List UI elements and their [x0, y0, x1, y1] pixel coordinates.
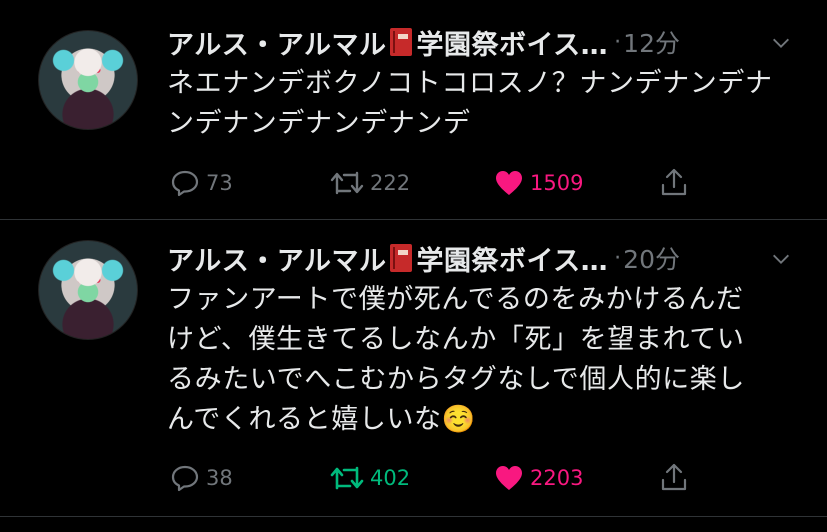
tweet-divider	[0, 516, 827, 517]
tweet-actions: 73 222 1509	[0, 163, 827, 203]
book-emoji-icon	[390, 28, 413, 56]
share-button[interactable]	[660, 462, 688, 492]
reply-button[interactable]: 73	[170, 169, 233, 197]
reply-count: 38	[206, 466, 233, 490]
like-count: 1509	[530, 171, 584, 195]
like-button[interactable]: 1509	[494, 169, 583, 197]
display-name[interactable]: アルス・アルマル	[167, 23, 386, 62]
reply-button[interactable]: 38	[170, 464, 233, 492]
tweet-text: ファンアートで僕が死んでるのをみかけるんだけど、僕生きてるしなんか「死」を望まれ…	[167, 284, 745, 435]
retweet-count: 402	[370, 466, 411, 490]
tweet-header: アルス・アルマル 学園祭ボイス… · 20分	[167, 239, 680, 278]
separator-dot: ·	[614, 245, 622, 271]
retweet-button[interactable]: 222	[330, 169, 410, 197]
tweet-header: アルス・アルマル 学園祭ボイス… · 12分	[167, 23, 680, 62]
tweet[interactable]: アルス・アルマル 学園祭ボイス… · 20分 ファンアートで僕が死んでるのをみか…	[0, 220, 827, 520]
heart-icon	[496, 171, 522, 195]
avatar[interactable]	[38, 30, 138, 130]
retweet-count: 222	[370, 171, 411, 195]
reply-icon	[171, 465, 199, 492]
timestamp[interactable]: 12分	[623, 24, 680, 60]
book-emoji-icon	[390, 244, 413, 272]
retweet-icon	[330, 466, 364, 490]
avatar[interactable]	[38, 240, 138, 340]
share-button[interactable]	[660, 167, 688, 197]
tweet-actions: 38 402 2203	[0, 460, 827, 500]
like-button[interactable]: 2203	[494, 464, 583, 492]
retweet-icon	[330, 171, 364, 195]
tweet-text: ネエナンデボクノコトコロスノ？ナンデナンデナンデナンデナンデナンデ	[167, 68, 773, 139]
reply-count: 73	[206, 171, 233, 195]
heart-icon	[496, 466, 522, 490]
like-count: 2203	[530, 466, 584, 490]
chevron-down-icon[interactable]	[770, 248, 792, 270]
display-name-suffix[interactable]: 学園祭ボイス…	[416, 239, 608, 278]
display-name[interactable]: アルス・アルマル	[167, 239, 386, 278]
reply-icon	[171, 170, 199, 197]
tweet[interactable]: アルス・アルマル 学園祭ボイス… · 12分 ネエナンデボクノコトコロスノ？ナン…	[0, 0, 827, 218]
share-icon	[661, 463, 687, 491]
share-icon	[661, 168, 687, 196]
separator-dot: ·	[614, 29, 622, 55]
timestamp[interactable]: 20分	[623, 240, 680, 276]
chevron-down-icon[interactable]	[770, 32, 792, 54]
display-name-suffix[interactable]: 学園祭ボイス…	[416, 23, 608, 62]
retweet-button[interactable]: 402	[330, 464, 410, 492]
